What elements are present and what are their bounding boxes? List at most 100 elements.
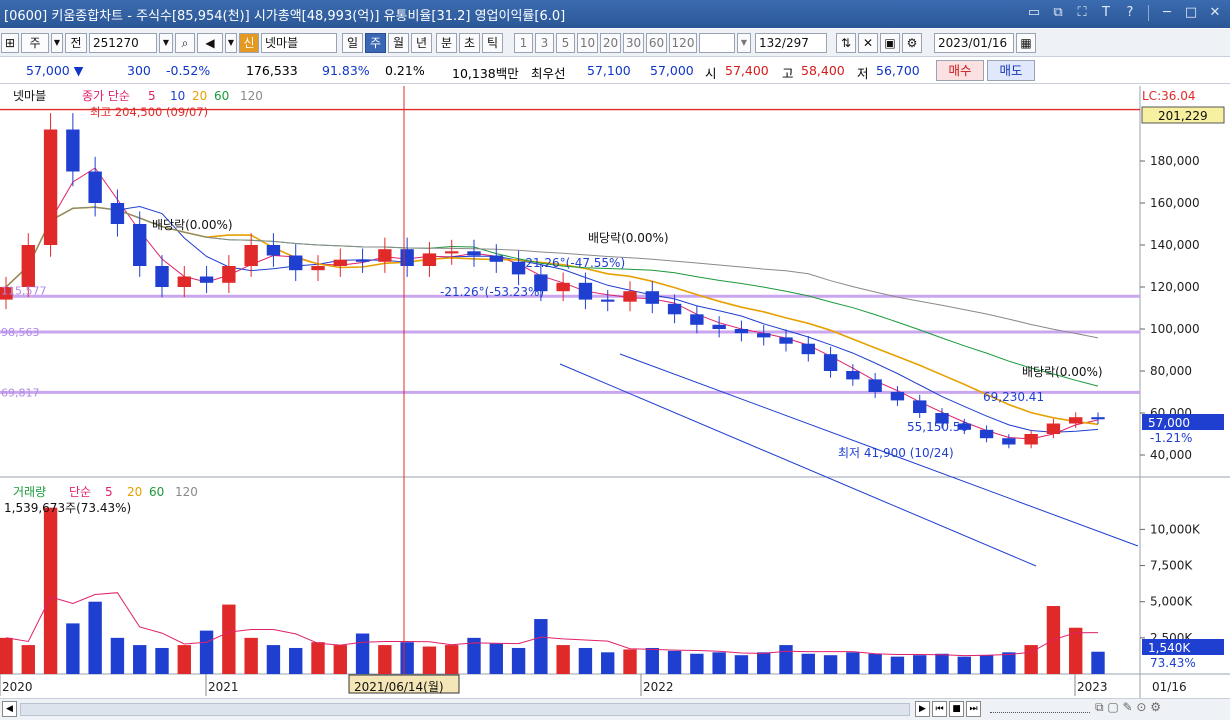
close-button[interactable]: ✕ bbox=[1206, 4, 1224, 22]
best-quote-label: 최우선 bbox=[531, 66, 566, 81]
first-icon[interactable]: ⏮ bbox=[932, 701, 947, 717]
layout-icon[interactable]: ⊞ bbox=[1, 33, 19, 53]
volume-bar bbox=[1002, 652, 1016, 674]
candle bbox=[311, 266, 325, 271]
candle bbox=[43, 129, 58, 245]
interval-120[interactable]: 120 bbox=[669, 33, 697, 53]
x-tick-label: 2022 bbox=[643, 680, 674, 694]
price-tick-label: 80,000 bbox=[1150, 364, 1192, 378]
code-dropdown-icon[interactable]: ▼ bbox=[159, 33, 173, 53]
down-arrow-icon: ▼ bbox=[73, 63, 84, 78]
cascade-icon[interactable]: ⧉ bbox=[1049, 4, 1067, 22]
ma-period-10: 10 bbox=[170, 89, 185, 103]
tab-second[interactable]: 초 bbox=[459, 33, 480, 53]
compare-icon[interactable]: ⇅ bbox=[836, 33, 856, 53]
sound-dropdown-icon[interactable]: ▼ bbox=[225, 33, 237, 53]
tab-month[interactable]: 월 bbox=[388, 33, 409, 53]
count-field[interactable]: 132/297 bbox=[755, 33, 827, 53]
volume-bar bbox=[422, 646, 437, 674]
scroll-left-icon[interactable]: ◀ bbox=[2, 701, 17, 717]
chart-window: [0600] 키움종합차트 - 주식수[85,954(천)] 시가총액[48,9… bbox=[0, 0, 1230, 720]
candle bbox=[578, 282, 593, 300]
chart-area[interactable]: 180,000 160,000 140,000 120,000 100,000 80,00… bbox=[0, 86, 1230, 698]
interval-30[interactable]: 30 bbox=[623, 33, 644, 53]
open-value: 57,400 bbox=[725, 63, 769, 78]
price-tick-label: 120,000 bbox=[1150, 280, 1200, 294]
interval-60[interactable]: 60 bbox=[646, 33, 667, 53]
volume-bar bbox=[623, 649, 637, 674]
volume-bar bbox=[199, 630, 214, 674]
candle bbox=[645, 291, 659, 304]
font-size-icon[interactable]: T bbox=[1097, 4, 1115, 22]
price-legend-name: 넷마블 bbox=[13, 89, 46, 103]
zoom-slider[interactable] bbox=[990, 707, 1090, 713]
search-icon[interactable]: ⌕ bbox=[175, 33, 195, 53]
x-tick-label: 2021 bbox=[208, 680, 239, 694]
volume-ma-period-5: 5 bbox=[105, 485, 113, 499]
level-line-label: 69,817 bbox=[1, 386, 40, 399]
volume-bar bbox=[846, 652, 860, 674]
gear-icon[interactable]: ⚙ bbox=[902, 33, 922, 53]
interval-20[interactable]: 20 bbox=[600, 33, 621, 53]
ma-period-60: 60 bbox=[214, 89, 229, 103]
volume-bar bbox=[177, 645, 191, 674]
sell-button[interactable]: 매도 bbox=[987, 60, 1035, 81]
horizontal-scrollbar[interactable] bbox=[20, 703, 910, 716]
help-icon[interactable]: ? bbox=[1121, 4, 1139, 22]
new-listing-badge: 신 bbox=[239, 33, 259, 53]
ma-period-20: 20 bbox=[192, 89, 207, 103]
best-ask: 57,100 bbox=[587, 63, 631, 78]
crosshair-icon[interactable]: ✕ bbox=[858, 33, 878, 53]
sound-icon[interactable]: ◀ bbox=[197, 33, 223, 53]
period-select[interactable]: 주 bbox=[21, 33, 49, 53]
restore-icon[interactable]: ▭ bbox=[1025, 4, 1043, 22]
interval-10[interactable]: 10 bbox=[577, 33, 598, 53]
volume-bar bbox=[601, 652, 615, 674]
candle bbox=[1091, 417, 1105, 420]
play-icon[interactable]: ▶ bbox=[915, 701, 930, 717]
candle bbox=[177, 276, 191, 287]
candle bbox=[979, 429, 994, 439]
tab-year[interactable]: 년 bbox=[411, 33, 432, 53]
chevron-down-icon[interactable]: ▼ bbox=[51, 33, 63, 53]
trend-angle-note: -21.26°(-53.23%) bbox=[440, 285, 544, 299]
stock-name-field[interactable]: 넷마블 bbox=[261, 33, 337, 53]
volume-value: 176,533 bbox=[246, 63, 298, 78]
candle bbox=[333, 259, 347, 266]
stop-icon[interactable]: ■ bbox=[949, 701, 964, 717]
candle bbox=[1069, 417, 1083, 424]
pin-icon[interactable]: ⛶ bbox=[1073, 4, 1091, 22]
price-value: 57,000 bbox=[26, 63, 70, 78]
date-input[interactable]: 2023/01/16 bbox=[934, 33, 1014, 53]
code-input[interactable]: 251270 bbox=[89, 33, 157, 53]
interval-1[interactable]: 1 bbox=[514, 33, 533, 53]
interval-3[interactable]: 3 bbox=[535, 33, 554, 53]
stock-chart[interactable]: 180,000 160,000 140,000 120,000 100,000 80,00… bbox=[0, 86, 1230, 698]
buy-button[interactable]: 매수 bbox=[936, 60, 984, 81]
current-price-value: 57,000 bbox=[1148, 416, 1190, 430]
price-change-pct: -0.52% bbox=[166, 63, 211, 78]
calendar-icon[interactable]: ▦ bbox=[1016, 33, 1036, 53]
tab-day[interactable]: 일 bbox=[342, 33, 363, 53]
volume-bar bbox=[578, 647, 593, 674]
candle bbox=[868, 379, 882, 392]
minimize-button[interactable]: ─ bbox=[1158, 4, 1176, 22]
volume-bar bbox=[244, 637, 258, 674]
save-icon[interactable]: ▣ bbox=[880, 33, 900, 53]
volume-bar bbox=[0, 637, 13, 674]
volume-bar bbox=[489, 643, 503, 674]
interval-dropdown-icon[interactable]: ▼ bbox=[737, 33, 751, 53]
candle bbox=[1046, 423, 1061, 434]
tool-icons[interactable]: ⧉ ▢ ✎ ⊙ ⚙ bbox=[1095, 700, 1161, 715]
volume-bar bbox=[757, 652, 771, 674]
interval-custom-input[interactable] bbox=[699, 33, 735, 53]
tab-minute[interactable]: 분 bbox=[436, 33, 457, 53]
tab-week[interactable]: 주 bbox=[365, 33, 386, 53]
tab-tick[interactable]: 틱 bbox=[482, 33, 503, 53]
prev-button[interactable]: 전 bbox=[65, 33, 87, 53]
interval-5[interactable]: 5 bbox=[556, 33, 575, 53]
volume-bar bbox=[66, 623, 80, 674]
maximize-button[interactable]: □ bbox=[1182, 4, 1200, 22]
last-icon[interactable]: ⏭ bbox=[966, 701, 981, 717]
price-tick-label: 160,000 bbox=[1150, 196, 1200, 210]
